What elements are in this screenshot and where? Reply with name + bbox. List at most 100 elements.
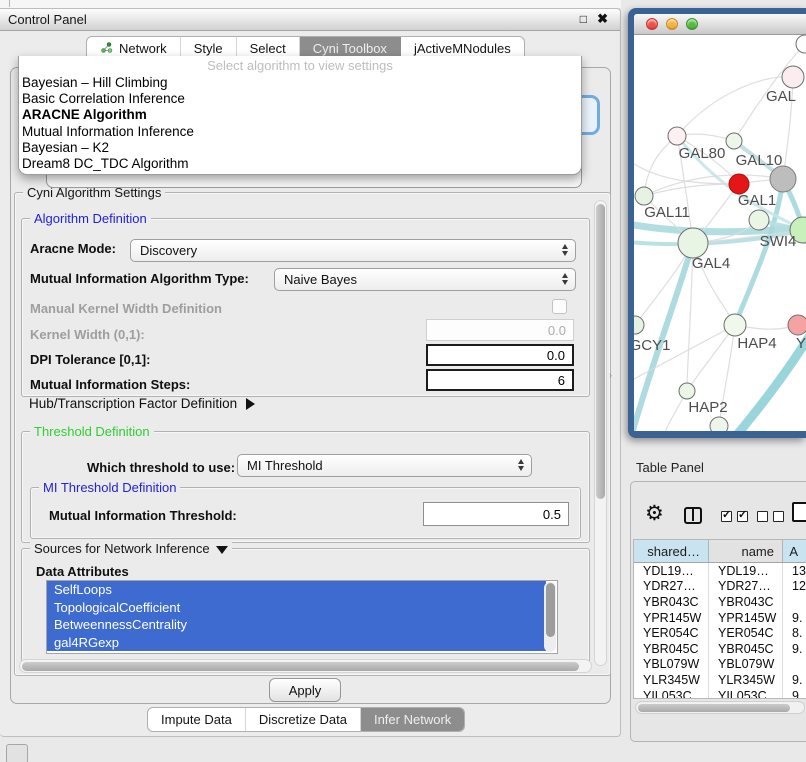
network-node-Y[interactable]	[788, 315, 806, 335]
attributes-scroll-thumb[interactable]	[546, 583, 555, 637]
data-attribute-item[interactable]: BetweennessCentrality	[47, 616, 546, 634]
table-cell: YBR045C	[709, 641, 783, 657]
data-attribute-item[interactable]: SelfLoops	[47, 581, 546, 599]
table-row[interactable]: YBR043CYBR043C	[634, 594, 806, 610]
table-hscroll-thumb[interactable]	[638, 704, 790, 712]
control-panel-titlebar: Control Panel □ ✖	[0, 9, 620, 31]
network-canvas[interactable]: GALGAL80GAL10GAL1GAL11SWI4GAL4GCY1HAP4YH…	[634, 34, 806, 431]
settings-vscroll-thumb[interactable]	[596, 204, 605, 499]
algorithm-option[interactable]: Basic Correlation Inference	[19, 91, 581, 107]
node-label: GCY1	[634, 337, 670, 354]
table-horizontal-scrollbar[interactable]	[635, 701, 805, 714]
network-node-GAL1[interactable]	[729, 174, 749, 194]
close-light[interactable]	[646, 18, 658, 30]
table-cell: 13	[783, 563, 806, 579]
network-node[interactable]	[796, 35, 806, 53]
mi-threshold-label: Mutual Information Threshold:	[49, 508, 237, 523]
table-row[interactable]: YBL079WYBL079W	[634, 657, 806, 673]
algorithm-option[interactable]: Mutual Information Inference	[19, 124, 581, 140]
algorithm-definition-group: Algorithm Definition Aracne Mode: Discov…	[21, 218, 590, 397]
table-cell	[783, 657, 806, 673]
mi-threshold-input[interactable]: 0.5	[423, 502, 569, 526]
collapse-arrow-icon	[216, 546, 228, 554]
tab-label: Cyni Toolbox	[313, 41, 387, 56]
gear-icon[interactable]: ⚙	[645, 501, 664, 526]
control-panel-window: Control Panel □ ✖ NetworkStyleSelectCyni…	[0, 8, 621, 737]
network-node-GAL4[interactable]	[678, 228, 708, 258]
float-window-icon[interactable]: □	[580, 12, 587, 26]
network-node-SWI4[interactable]	[749, 210, 769, 230]
network-edge	[677, 77, 793, 136]
algorithm-option[interactable]: Bayesian – K2	[19, 140, 581, 156]
table-column-header[interactable]: shared…	[634, 540, 709, 562]
table-row[interactable]: YDR27…YDR27…12	[634, 579, 806, 595]
mi-threshold-group: MI Threshold Definition Mutual Informati…	[30, 487, 581, 539]
table-row[interactable]: YBR045CYBR045C9.	[634, 641, 806, 657]
threshold-definition-group: Threshold Definition Which threshold to …	[21, 431, 590, 543]
network-node[interactable]	[710, 417, 728, 431]
data-attribute-item[interactable]: gal4RGexp	[47, 634, 546, 652]
table-cell: YBR043C	[634, 594, 709, 610]
table-column-header[interactable]: name	[709, 540, 783, 562]
zoom-light[interactable]	[686, 18, 698, 30]
algorithm-option[interactable]: ARACNE Algorithm	[19, 107, 581, 123]
which-threshold-combo[interactable]: MI Threshold	[237, 454, 532, 477]
table-cell: YER054C	[634, 625, 709, 641]
split-pane-icon[interactable]	[684, 507, 702, 524]
network-window-titlebar[interactable]	[634, 14, 806, 35]
dpi-tolerance-input[interactable]: 0.0	[426, 344, 574, 366]
network-node-GAL80[interactable]	[668, 127, 686, 145]
table-column-header[interactable]: A	[783, 540, 806, 562]
network-view-window[interactable]: GALGAL80GAL10GAL1GAL11SWI4GAL4GCY1HAP4YH…	[628, 8, 806, 438]
which-threshold-label: Which threshold to use:	[87, 460, 235, 475]
data-attributes-list[interactable]: SelfLoopsTopologicalCoefficientBetweenne…	[46, 580, 558, 654]
sources-title-label: Sources for Network Inference	[34, 541, 210, 556]
apply-button[interactable]: Apply	[269, 678, 341, 702]
network-node-HAP2[interactable]	[679, 383, 695, 399]
network-node-GAL11[interactable]	[635, 187, 653, 205]
bottom-left-widget[interactable]	[6, 744, 28, 762]
table-row[interactable]: YLR345WYLR345W9.	[634, 672, 806, 688]
table-row[interactable]: YDL19…YDL19…13	[634, 563, 806, 579]
table-row[interactable]: YPR145WYPR145W9.	[634, 610, 806, 626]
sources-group: Sources for Network Inference Data Attri…	[21, 548, 590, 662]
select-all-columns-icon[interactable]	[721, 511, 748, 522]
tab-impute-data[interactable]: Impute Data	[148, 708, 246, 731]
file-icon[interactable]	[792, 502, 806, 522]
deselect-all-columns-icon[interactable]	[757, 511, 784, 522]
network-node-GCY1[interactable]	[634, 316, 644, 334]
panel-resize-handle[interactable]: ›	[609, 370, 612, 380]
mi-steps-input[interactable]: 6	[426, 369, 574, 391]
which-threshold-value: MI Threshold	[247, 458, 323, 473]
tab-discretize-data[interactable]: Discretize Data	[246, 708, 361, 731]
close-icon[interactable]: ✖	[597, 11, 608, 27]
aracne-mode-combo[interactable]: Discovery	[130, 239, 576, 262]
mi-type-label: Mutual Information Algorithm Type:	[30, 271, 249, 286]
hub-definition-expander[interactable]: Hub/Transcription Factor Definition	[29, 396, 255, 411]
sources-title[interactable]: Sources for Network Inference	[30, 541, 232, 556]
attributes-scrollbar[interactable]	[544, 582, 556, 652]
tab-infer-network[interactable]: Infer Network	[361, 708, 464, 731]
network-node-HAP4[interactable]	[724, 314, 746, 336]
mi-type-combo[interactable]: Naive Bayes	[274, 268, 576, 291]
table-cell: YBL079W	[709, 657, 783, 673]
algorithm-option[interactable]: Bayesian – Hill Climbing	[19, 75, 581, 91]
network-node-GAL10[interactable]	[726, 133, 742, 149]
settings-horizontal-scrollbar[interactable]	[19, 659, 592, 673]
node-label: GAL80	[679, 145, 726, 162]
settings-hscroll-thumb[interactable]	[22, 662, 579, 671]
table-row[interactable]: YER054CYER054C8.	[634, 625, 806, 641]
network-edge	[644, 136, 677, 196]
algorithm-option[interactable]: Dream8 DC_TDC Algorithm	[19, 156, 581, 172]
table-cell: 12	[783, 579, 806, 595]
settings-vertical-scrollbar[interactable]	[594, 200, 607, 666]
node-label: GAL10	[736, 152, 783, 169]
network-node-GAL[interactable]	[782, 66, 804, 88]
minimize-light[interactable]	[666, 18, 678, 30]
table-body: YDL19…YDL19…13YDR27…YDR27…12YBR043CYBR04…	[634, 563, 806, 699]
data-attribute-item[interactable]: TopologicalCoefficient	[47, 599, 546, 617]
manual-kernel-checkbox[interactable]	[552, 299, 567, 314]
kernel-width-input[interactable]: 0.0	[426, 319, 574, 341]
table-row[interactable]: YIL053CYIL053C9.	[634, 688, 806, 699]
network-node[interactable]	[770, 166, 796, 192]
